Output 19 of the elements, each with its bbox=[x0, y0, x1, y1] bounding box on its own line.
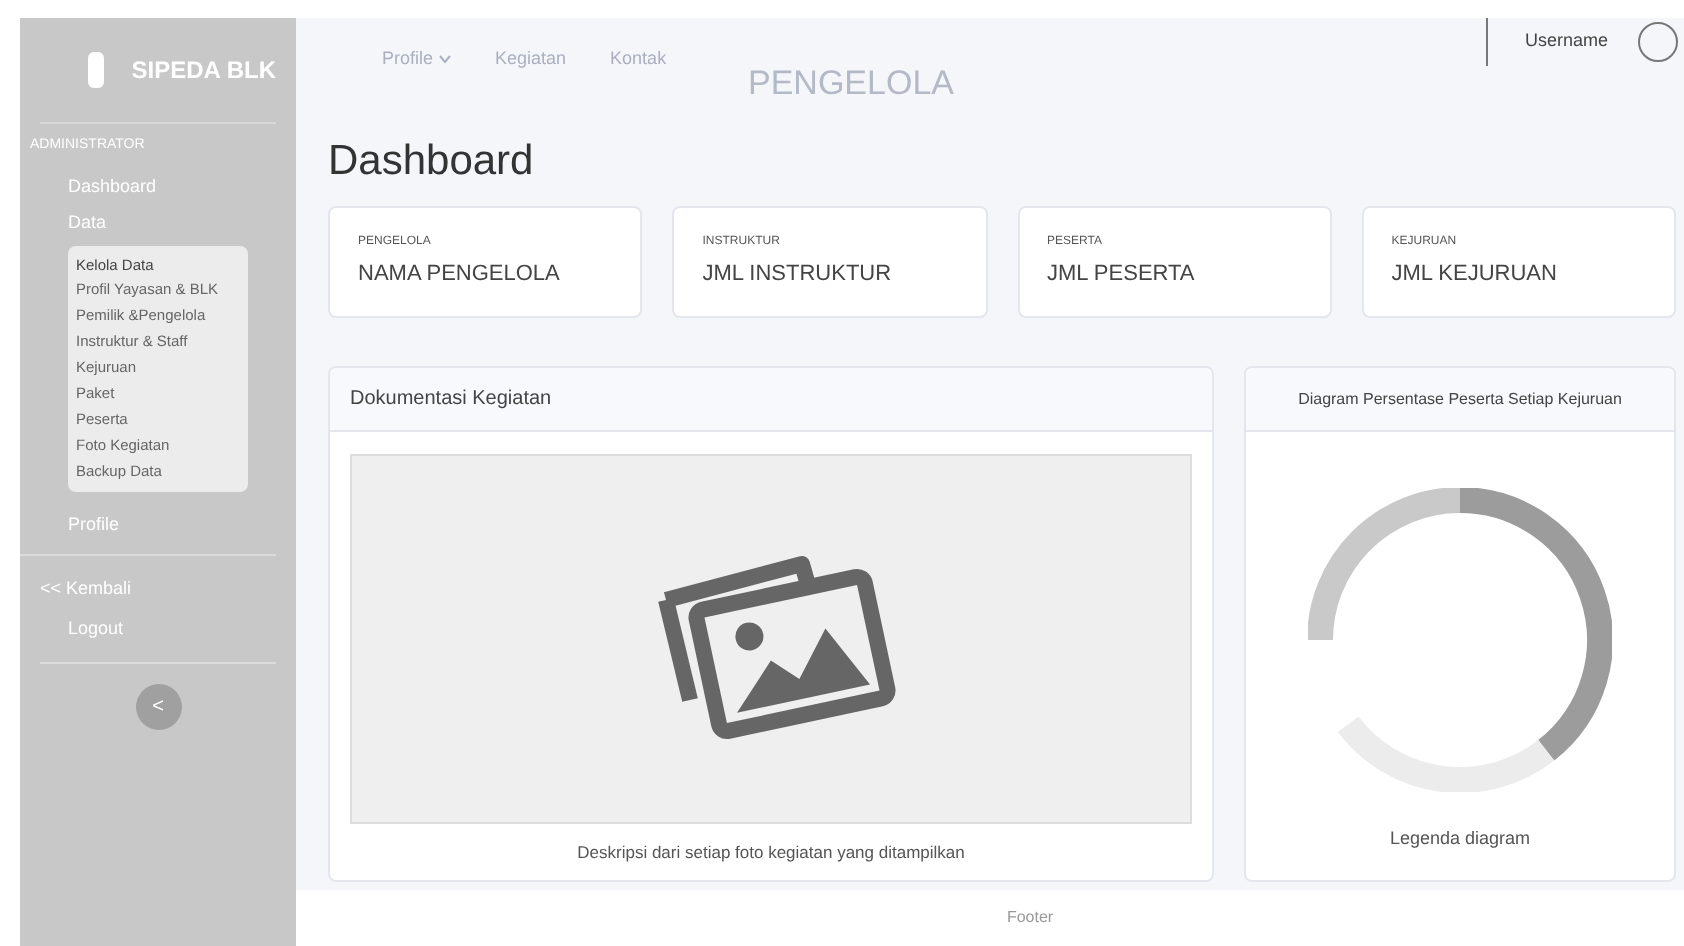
stat-value: NAMA PENGELOLA bbox=[358, 259, 560, 290]
card-title: Diagram Persentase Peserta Setiap Kejuruan bbox=[1298, 387, 1622, 411]
page-title: Dashboard bbox=[326, 135, 536, 188]
username-label: Username bbox=[1524, 28, 1608, 55]
chevron-down-icon bbox=[437, 54, 452, 65]
nav-link[interactable]: Kontak bbox=[610, 46, 667, 73]
stat-value: JML KEJURUAN bbox=[1391, 259, 1557, 290]
image-caption: Deskripsi dari setiap foto kegiatan yang ditampilkan bbox=[577, 839, 965, 865]
collapse-button[interactable]: < bbox=[135, 684, 181, 731]
nav-link[interactable]: Profile bbox=[382, 46, 452, 73]
footer-text: Footer bbox=[1006, 906, 1054, 930]
header-title: PENGELOLA bbox=[748, 62, 954, 106]
stat-value: JML INSTRUKTUR bbox=[702, 259, 892, 290]
logo-icon bbox=[88, 52, 104, 88]
chart-legend: Legenda diagram bbox=[1389, 825, 1531, 852]
stat-value: JML PESERTA bbox=[1047, 259, 1195, 290]
avatar-icon[interactable] bbox=[1638, 22, 1678, 62]
card-title: Dokumentasi Kegiatan bbox=[350, 386, 552, 414]
nav-link[interactable]: Kegiatan bbox=[495, 46, 567, 73]
